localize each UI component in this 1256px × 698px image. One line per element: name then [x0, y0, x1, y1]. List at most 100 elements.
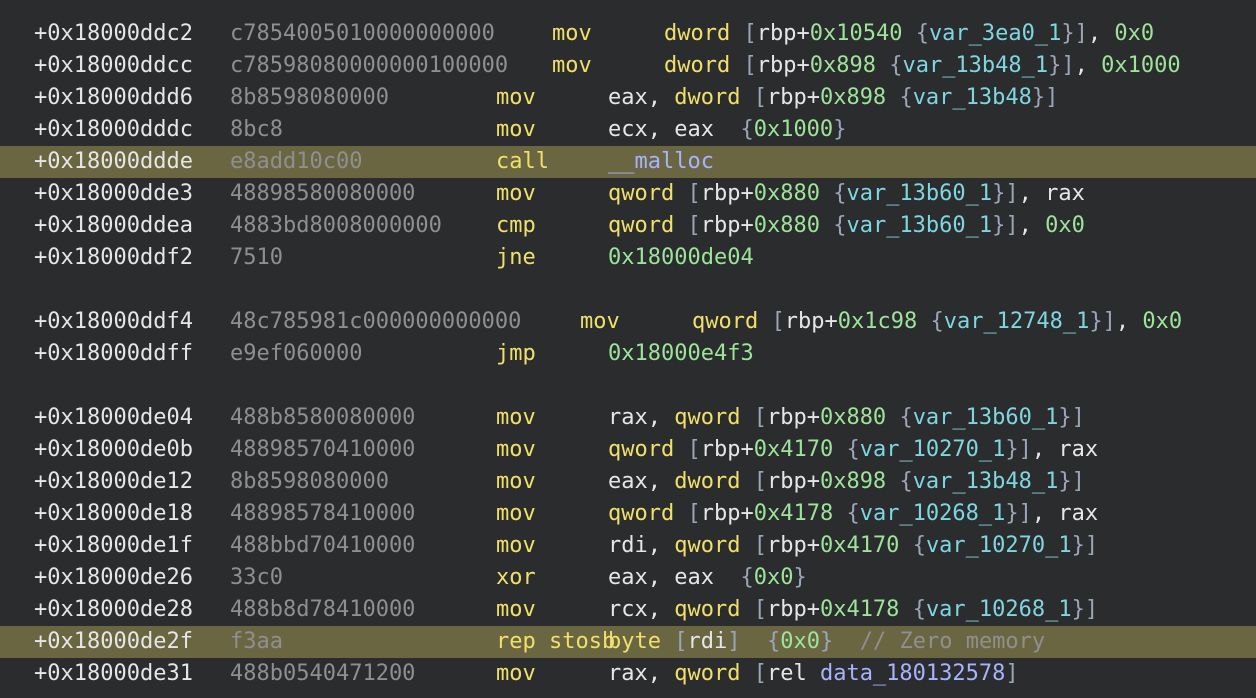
- instruction-row[interactable]: +0x18000ddf2 7510 jne 0x18000de04: [0, 242, 1256, 274]
- instruction-row[interactable]: +0x18000ddd6 8b8598080000 mov eax, dword [r…: [0, 82, 1256, 114]
- immediate-value[interactable]: 0x18000e4f3: [608, 341, 754, 366]
- address[interactable]: +0x18000de04: [34, 402, 193, 434]
- address[interactable]: +0x18000de28: [34, 594, 193, 626]
- immediate-value: 0x10540: [809, 21, 903, 46]
- variable-name[interactable]: var_12748_1: [944, 309, 1090, 334]
- size-keyword: qword: [608, 437, 688, 462]
- opcode-bytes: e9ef060000: [230, 341, 363, 366]
- instruction-row[interactable]: +0x18000ddc2 c7854005010000000000 mov dword…: [0, 18, 1256, 50]
- bracket: {: [889, 53, 903, 78]
- bracket: {: [912, 597, 926, 622]
- highlighted-instruction-row[interactable]: +0x18000ddde e8add10c00 call __malloc: [0, 146, 1256, 178]
- address[interactable]: +0x18000ddf2: [34, 242, 193, 274]
- address[interactable]: +0x18000de0b: [34, 434, 193, 466]
- bracket: }: [1058, 469, 1072, 494]
- immediate-value: 0x898: [819, 469, 887, 494]
- opcode-bytes: 488b8d78410000: [230, 597, 416, 622]
- bracket: }: [992, 181, 1006, 206]
- mnemonic: mov: [496, 597, 536, 622]
- mnemonic: mov: [552, 21, 592, 46]
- operand-text: rel: [766, 661, 820, 686]
- instruction-row[interactable]: +0x18000de31 488b0540471200 mov rax, qword …: [0, 658, 1256, 690]
- immediate-value: 0x880: [753, 213, 820, 238]
- instruction-row[interactable]: +0x18000dddc 8bc8 mov ecx, eax {0x1000}: [0, 114, 1256, 146]
- mnemonic: mov: [496, 501, 536, 526]
- immediate-value: 0x0: [1142, 309, 1183, 334]
- bracket: {: [740, 565, 754, 590]
- operand-text: , rax: [1031, 437, 1099, 462]
- highlighted-instruction-row[interactable]: +0x18000de2f f3aa rep stosb byte [rdi] {0x0…: [0, 626, 1256, 658]
- variable-name[interactable]: var_10268_1: [860, 501, 1006, 526]
- variable-name[interactable]: var_10268_1: [926, 597, 1072, 622]
- instruction-row[interactable]: +0x18000de18 48898578410000 mov qword [rbp+…: [0, 498, 1256, 530]
- mnemonic: jne: [496, 245, 536, 270]
- immediate-value[interactable]: 0x18000de04: [608, 245, 754, 270]
- variable-name[interactable]: var_13b48_1: [902, 53, 1048, 78]
- immediate-value: 0x4170: [753, 437, 834, 462]
- opcode-bytes: c78598080000000100000: [230, 53, 509, 78]
- address[interactable]: +0x18000dddc: [34, 114, 193, 146]
- operands: qword [rbp+0x1c98 {var_12748_1}], 0x0: [692, 306, 1182, 338]
- opcode-bytes: 7510: [230, 245, 283, 270]
- operands: qword [rbp+0x880 {var_13b60_1}], 0x0: [608, 210, 1085, 242]
- opcode-bytes: c7854005010000000000: [230, 21, 495, 46]
- operand-text: [833, 437, 846, 462]
- bracket: [: [687, 437, 701, 462]
- instruction-row[interactable]: +0x18000dde3 48898580080000 mov qword [rbp+…: [0, 178, 1256, 210]
- immediate-value: 0x880: [753, 181, 820, 206]
- address[interactable]: +0x18000de12: [34, 466, 193, 498]
- variable-name[interactable]: var_10270_1: [860, 437, 1006, 462]
- data-label[interactable]: data_180132578: [820, 661, 1005, 686]
- address[interactable]: +0x18000ddf4: [34, 306, 193, 338]
- instruction-row[interactable]: +0x18000ddea 4883bd8008000000 cmp qword [rb…: [0, 210, 1256, 242]
- address[interactable]: +0x18000ddc2: [34, 18, 193, 50]
- instruction-row[interactable]: +0x18000ddf4 48c785981c000000000000 mov qwo…: [0, 306, 1256, 338]
- variable-name[interactable]: var_13b60_1: [846, 181, 992, 206]
- instruction-row[interactable]: +0x18000de04 488b8580080000 mov rax, qword …: [0, 402, 1256, 434]
- instruction-row[interactable]: +0x18000de28 488b8d78410000 mov rcx, qword …: [0, 594, 1256, 626]
- instruction-row[interactable]: +0x18000ddcc c78598080000000100000 mov dwor…: [0, 50, 1256, 82]
- bracket: [: [674, 629, 688, 654]
- address[interactable]: +0x18000de26: [34, 562, 193, 594]
- instruction-row[interactable]: +0x18000ddff e9ef060000 jmp 0x18000e4f3: [0, 338, 1256, 370]
- address[interactable]: +0x18000dde3: [34, 178, 193, 210]
- instruction-row[interactable]: +0x18000de26 33c0 xor eax, eax {0x0}: [0, 562, 1256, 594]
- operands: rax, qword [rbp+0x880 {var_13b60_1}]: [608, 402, 1085, 434]
- instruction-row[interactable]: +0x18000de1f 488bbd70410000 mov rdi, qword …: [0, 530, 1256, 562]
- bracket: {: [833, 213, 847, 238]
- address[interactable]: +0x18000ddd6: [34, 82, 193, 114]
- address[interactable]: +0x18000ddcc: [34, 50, 193, 82]
- operand-text: rbp+: [700, 213, 754, 238]
- bracket: }: [1071, 533, 1085, 558]
- opcode-bytes: 488b8580080000: [230, 405, 416, 430]
- instruction-row[interactable]: +0x18000de12 8b8598080000 mov eax, dword [r…: [0, 466, 1256, 498]
- address[interactable]: +0x18000ddff: [34, 338, 193, 370]
- symbol-name[interactable]: __malloc: [608, 149, 714, 174]
- address[interactable]: +0x18000de31: [34, 658, 193, 690]
- size-keyword: dword: [664, 53, 744, 78]
- variable-name[interactable]: var_13b48: [913, 85, 1032, 110]
- variable-name[interactable]: var_13b48_1: [913, 469, 1059, 494]
- instruction-row[interactable]: +0x18000de0b 48898570410000 mov qword [rbp+…: [0, 434, 1256, 466]
- variable-name[interactable]: var_10270_1: [926, 533, 1072, 558]
- address[interactable]: +0x18000de1f: [34, 530, 193, 562]
- variable-name[interactable]: var_3ea0_1: [929, 21, 1061, 46]
- size-keyword: dword: [674, 85, 754, 110]
- bracket: [: [753, 85, 767, 110]
- address[interactable]: +0x18000de18: [34, 498, 193, 530]
- immediate-value: 0x898: [809, 53, 876, 78]
- opcode-bytes: e8add10c00: [230, 149, 363, 174]
- operands: qword [rbp+0x4170 {var_10270_1}], rax: [608, 434, 1098, 466]
- address[interactable]: +0x18000ddde: [34, 146, 193, 178]
- operand-text: ,: [1115, 309, 1143, 334]
- bracket: }: [1058, 405, 1072, 430]
- immediate-value: 0x4178: [819, 597, 900, 622]
- immediate-value: 0x0: [753, 565, 794, 590]
- address[interactable]: +0x18000de2f: [34, 626, 193, 658]
- operand-text: ,: [1074, 53, 1102, 78]
- variable-name[interactable]: var_13b60_1: [913, 405, 1059, 430]
- variable-name[interactable]: var_13b60_1: [846, 213, 992, 238]
- bracket: }: [1089, 309, 1103, 334]
- bracket: }: [819, 629, 834, 654]
- address[interactable]: +0x18000ddea: [34, 210, 193, 242]
